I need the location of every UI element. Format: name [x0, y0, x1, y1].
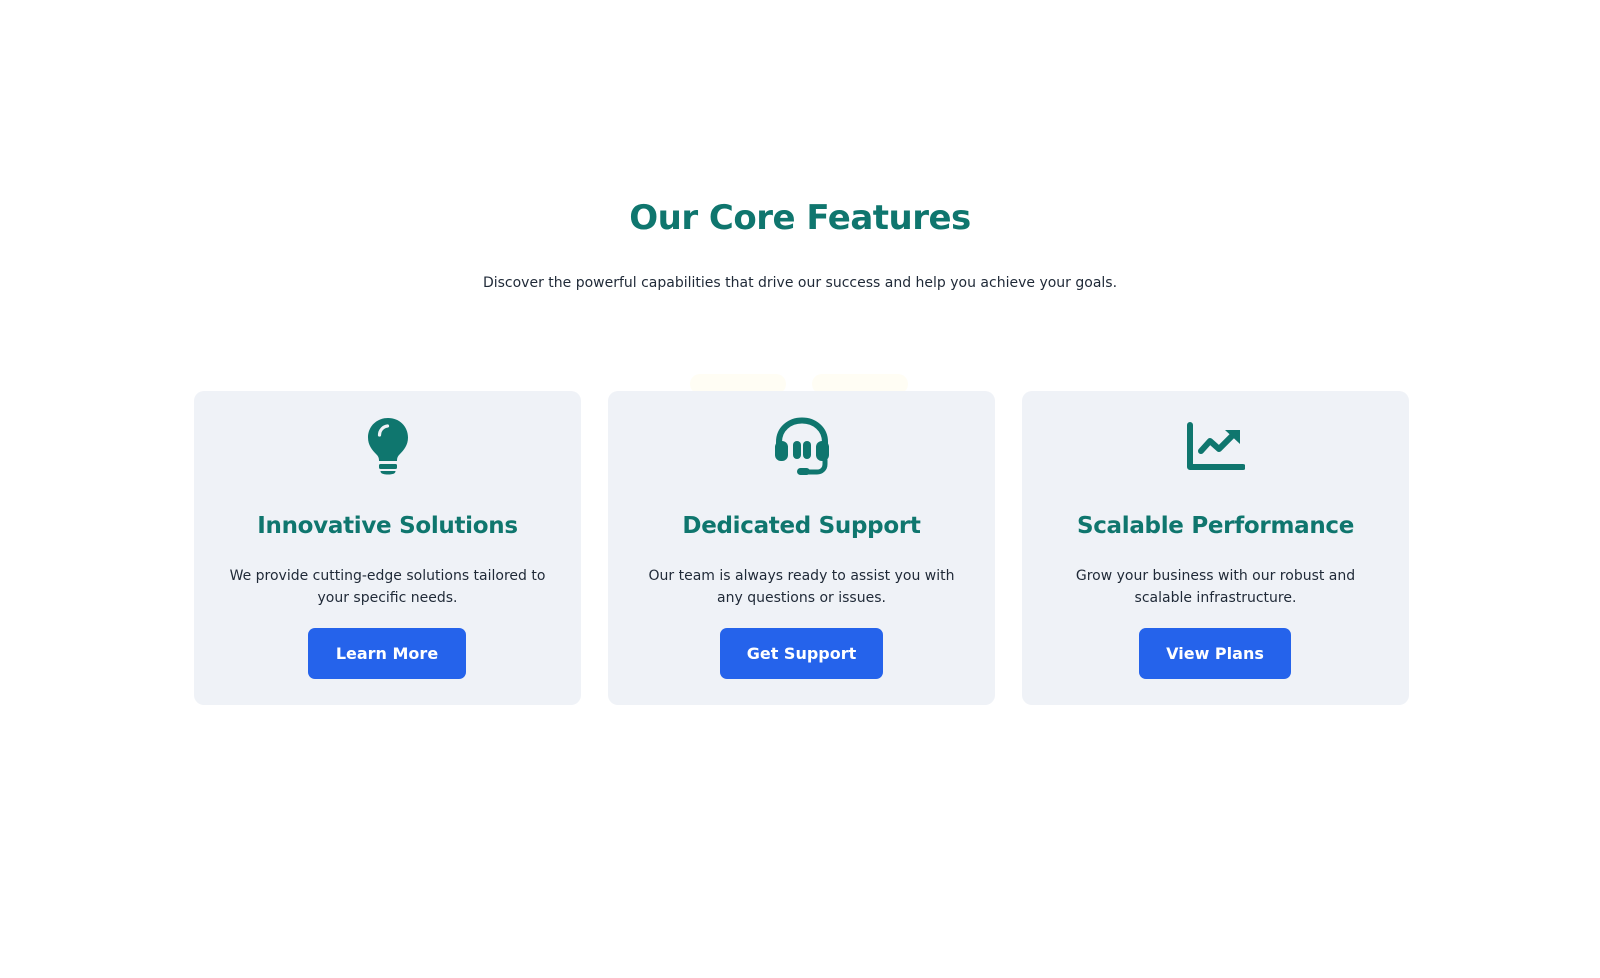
lightbulb-icon: [194, 417, 581, 475]
headset-icon: [608, 417, 995, 475]
card-title: Scalable Performance: [1076, 513, 1355, 539]
feature-card-dedicated-support: Dedicated Support Our team is always rea…: [608, 391, 995, 705]
card-title: Innovative Solutions: [257, 513, 518, 539]
card-description: We provide cutting-edge solutions tailor…: [229, 568, 546, 606]
features-section: Our Core Features Discover the powerful …: [0, 0, 1600, 978]
view-plans-button[interactable]: View Plans: [1139, 628, 1291, 679]
feature-card-scalable-performance: Scalable Performance Grow your business …: [1022, 391, 1409, 705]
learn-more-button[interactable]: Learn More: [308, 628, 466, 679]
card-description: Our team is always ready to assist you w…: [648, 568, 955, 606]
page-subtitle: Discover the powerful capabilities that …: [482, 275, 1118, 291]
get-support-button[interactable]: Get Support: [720, 628, 883, 679]
feature-card-innovative-solutions: Innovative Solutions We provide cutting-…: [194, 391, 581, 705]
card-description: Grow your business with our robust and s…: [1075, 568, 1356, 606]
card-title: Dedicated Support: [682, 513, 921, 539]
chart-line-icon: [1022, 417, 1409, 475]
page-title: Our Core Features: [629, 198, 971, 238]
